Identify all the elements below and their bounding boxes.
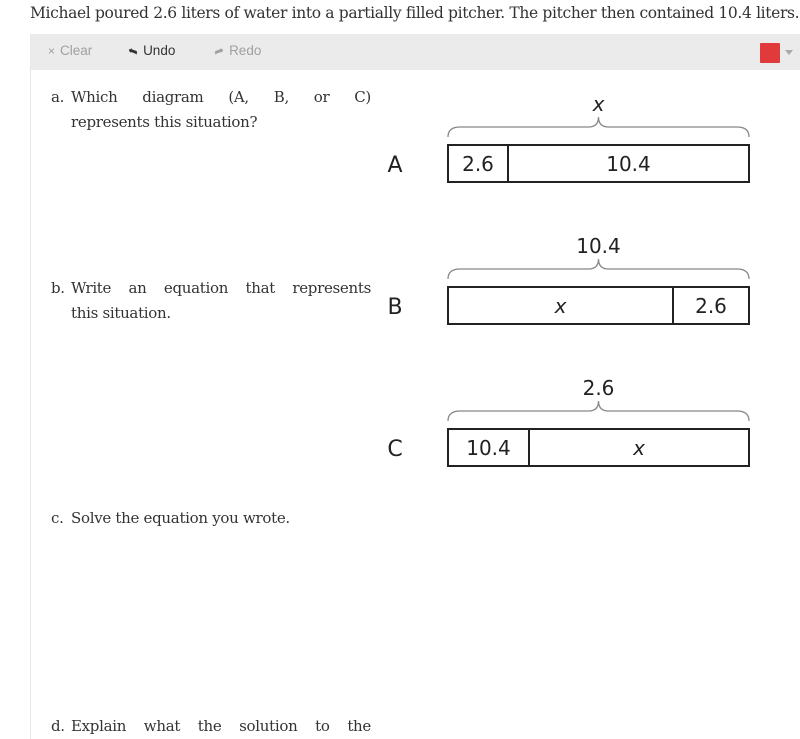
diagram-c-label: C	[387, 437, 402, 462]
question-a-line1: Which diagram (A, B, or C)	[71, 88, 371, 106]
undo-label: Undo	[143, 43, 176, 58]
question-a-line2: represents this situation?	[71, 113, 258, 131]
diagram-a-label: A	[387, 153, 402, 178]
redo-arrow-icon: ➦	[211, 42, 227, 59]
question-d-label: d.	[51, 717, 65, 735]
redo-button[interactable]: ➦ Redo	[211, 42, 262, 59]
tape-diagrams: Ax 2.6 10.4 B 10.4 x 2.6 C 2.6 10.4 x	[387, 92, 750, 467]
diagram-c-total: 2.6	[583, 376, 615, 400]
question-a: a. Which diagram (A, B, or C) represents …	[51, 85, 371, 135]
diagram-a-part-2: 10.4	[606, 152, 651, 176]
question-c-label: c.	[51, 509, 64, 527]
clear-button[interactable]: × Clear	[48, 43, 92, 58]
drawing-canvas[interactable]: × Clear ➦ Undo ➦ Redo a. Which diagram (A…	[30, 34, 800, 739]
diagram-a-total: x	[592, 92, 605, 116]
undo-button[interactable]: ➦ Undo	[125, 42, 176, 59]
question-c: c. Solve the equation you wrote.	[51, 506, 371, 531]
question-d-line1: Explain what the solution to the	[71, 717, 371, 735]
diagram-b-label: B	[387, 295, 402, 320]
question-b: b. Write an equation that represents this…	[51, 276, 371, 326]
chevron-down-icon[interactable]	[785, 50, 793, 55]
diagram-b-part-1: x	[554, 294, 567, 318]
question-b-line2: this situation.	[71, 304, 171, 322]
redo-label: Redo	[229, 43, 262, 58]
clear-label: Clear	[60, 43, 93, 58]
pen-color-swatch[interactable]	[760, 43, 780, 63]
diagram-a-brace	[447, 116, 750, 138]
question-c-line1: Solve the equation you wrote.	[71, 509, 290, 527]
question-b-label: b.	[51, 279, 65, 297]
diagram-c-part-1: 10.4	[466, 436, 511, 460]
diagram-a-part-1: 2.6	[462, 152, 494, 176]
drawing-toolbar: × Clear ➦ Undo ➦ Redo	[31, 34, 800, 70]
question-b-line1: Write an equation that represents	[71, 279, 371, 297]
undo-arrow-icon: ➦	[125, 42, 141, 59]
diagram-b-part-2: 2.6	[695, 294, 727, 318]
question-a-label: a.	[51, 88, 65, 106]
problem-prompt: Michael poured 2.6 liters of water into …	[30, 4, 800, 22]
diagram-c-part-2: x	[632, 436, 645, 460]
close-icon: ×	[48, 43, 56, 58]
diagram-c-brace	[447, 400, 750, 422]
diagram-b-brace	[447, 258, 750, 280]
diagram-b-total: 10.4	[576, 234, 621, 258]
question-d: d. Explain what the solution to the	[51, 714, 371, 739]
